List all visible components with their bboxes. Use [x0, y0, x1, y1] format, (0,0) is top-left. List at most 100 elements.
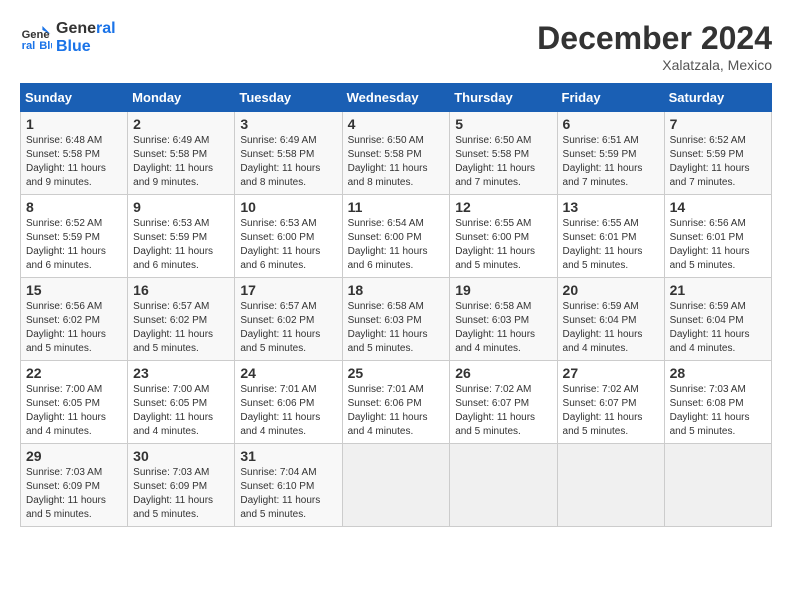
- logo: Gene ral Blue General Blue: [20, 20, 116, 55]
- day-number: 5: [455, 116, 551, 132]
- calendar-week-row: 22Sunrise: 7:00 AMSunset: 6:05 PMDayligh…: [21, 361, 772, 444]
- svg-text:ral: ral: [22, 40, 36, 52]
- day-info: Sunrise: 7:02 AMSunset: 6:07 PMDaylight:…: [455, 383, 551, 439]
- table-row: 22Sunrise: 7:00 AMSunset: 6:05 PMDayligh…: [21, 361, 128, 444]
- day-number: 30: [133, 448, 229, 464]
- table-row: 26 Sunrise: 7:02 AMSunset: 6:07 PMDayligh…: [450, 361, 557, 444]
- table-row: 11 Sunrise: 6:54 AMSunset: 6:00 PMDayligh…: [342, 195, 450, 278]
- table-row: 20 Sunrise: 6:59 AMSunset: 6:04 PMDayligh…: [557, 278, 664, 361]
- table-row: [664, 444, 771, 527]
- table-row: 12Sunrise: 6:55 AMSunset: 6:00 PMDayligh…: [450, 195, 557, 278]
- day-number: 8: [26, 199, 122, 215]
- table-row: 27 Sunrise: 7:02 AMSunset: 6:07 PMDayligh…: [557, 361, 664, 444]
- day-number: 10: [240, 199, 336, 215]
- day-number: 26: [455, 365, 551, 381]
- table-row: 17Sunrise: 6:57 AMSunset: 6:02 PMDayligh…: [235, 278, 342, 361]
- table-row: 15 Sunrise: 6:56 AMSunset: 6:02 PMDayligh…: [21, 278, 128, 361]
- table-row: 18 Sunrise: 6:58 AMSunset: 6:03 PMDayligh…: [342, 278, 450, 361]
- day-number: 23: [133, 365, 229, 381]
- logo-icon: Gene ral Blue: [20, 22, 52, 54]
- calendar-header-row: Sunday Monday Tuesday Wednesday Thursday…: [21, 84, 772, 112]
- day-number: 2: [133, 116, 229, 132]
- day-info: Sunrise: 7:04 AMSunset: 6:10 PMDaylight:…: [240, 466, 336, 522]
- day-number: 31: [240, 448, 336, 464]
- day-info: Sunrise: 6:49 AMSunset: 5:58 PMDaylight:…: [240, 134, 336, 190]
- day-number: 20: [563, 282, 659, 298]
- day-info: Sunrise: 6:58 AMSunset: 6:03 PMDaylight:…: [348, 300, 445, 356]
- col-monday: Monday: [128, 84, 235, 112]
- day-info: Sunrise: 7:03 AMSunset: 6:09 PMDaylight:…: [133, 466, 229, 522]
- day-info: Sunrise: 7:01 AMSunset: 6:06 PMDaylight:…: [240, 383, 336, 439]
- day-number: 28: [670, 365, 766, 381]
- day-info: Sunrise: 7:00 AMSunset: 6:05 PMDaylight:…: [26, 383, 122, 439]
- day-info: Sunrise: 6:55 AMSunset: 6:00 PMDaylight:…: [455, 217, 551, 273]
- col-sunday: Sunday: [21, 84, 128, 112]
- day-info: Sunrise: 7:03 AMSunset: 6:08 PMDaylight:…: [670, 383, 766, 439]
- table-row: 6 Sunrise: 6:51 AMSunset: 5:59 PMDaylight…: [557, 112, 664, 195]
- calendar-table: Sunday Monday Tuesday Wednesday Thursday…: [20, 83, 772, 527]
- day-info: Sunrise: 6:56 AMSunset: 6:01 PMDaylight:…: [670, 217, 766, 273]
- day-info: Sunrise: 6:54 AMSunset: 6:00 PMDaylight:…: [348, 217, 445, 273]
- table-row: 21 Sunrise: 6:59 AMSunset: 6:04 PMDayligh…: [664, 278, 771, 361]
- page-header: Gene ral Blue General Blue December 2024…: [20, 20, 772, 73]
- table-row: 4 Sunrise: 6:50 AMSunset: 5:58 PMDaylight…: [342, 112, 450, 195]
- day-info: Sunrise: 6:57 AMSunset: 6:02 PMDaylight:…: [133, 300, 229, 356]
- day-info: Sunrise: 7:03 AMSunset: 6:09 PMDaylight:…: [26, 466, 122, 522]
- day-number: 16: [133, 282, 229, 298]
- table-row: 9 Sunrise: 6:53 AMSunset: 5:59 PMDaylight…: [128, 195, 235, 278]
- table-row: [557, 444, 664, 527]
- day-info: Sunrise: 6:52 AMSunset: 5:59 PMDaylight:…: [670, 134, 766, 190]
- calendar-week-row: 8 Sunrise: 6:52 AMSunset: 5:59 PMDaylight…: [21, 195, 772, 278]
- table-row: 24 Sunrise: 7:01 AMSunset: 6:06 PMDayligh…: [235, 361, 342, 444]
- table-row: 7 Sunrise: 6:52 AMSunset: 5:59 PMDaylight…: [664, 112, 771, 195]
- table-row: [450, 444, 557, 527]
- table-row: 30 Sunrise: 7:03 AMSunset: 6:09 PMDayligh…: [128, 444, 235, 527]
- table-row: 31 Sunrise: 7:04 AMSunset: 6:10 PMDayligh…: [235, 444, 342, 527]
- day-number: 9: [133, 199, 229, 215]
- day-number: 14: [670, 199, 766, 215]
- day-number: 4: [348, 116, 445, 132]
- col-wednesday: Wednesday: [342, 84, 450, 112]
- logo-line2: Blue: [56, 38, 116, 56]
- day-info: Sunrise: 6:59 AMSunset: 6:04 PMDaylight:…: [563, 300, 659, 356]
- table-row: [342, 444, 450, 527]
- table-row: 13 Sunrise: 6:55 AMSunset: 6:01 PMDayligh…: [557, 195, 664, 278]
- day-number: 6: [563, 116, 659, 132]
- day-info: Sunrise: 6:53 AMSunset: 6:00 PMDaylight:…: [240, 217, 336, 273]
- logo-line1: General: [56, 20, 116, 38]
- table-row: 23 Sunrise: 7:00 AMSunset: 6:05 PMDayligh…: [128, 361, 235, 444]
- calendar-week-row: 29 Sunrise: 7:03 AMSunset: 6:09 PMDayligh…: [21, 444, 772, 527]
- month-title: December 2024: [537, 20, 772, 57]
- day-number: 24: [240, 365, 336, 381]
- table-row: 14 Sunrise: 6:56 AMSunset: 6:01 PMDayligh…: [664, 195, 771, 278]
- day-info: Sunrise: 6:56 AMSunset: 6:02 PMDaylight:…: [26, 300, 122, 356]
- day-number: 25: [348, 365, 445, 381]
- day-number: 11: [348, 199, 445, 215]
- day-number: 21: [670, 282, 766, 298]
- day-info: Sunrise: 6:59 AMSunset: 6:04 PMDaylight:…: [670, 300, 766, 356]
- day-info: Sunrise: 7:00 AMSunset: 6:05 PMDaylight:…: [133, 383, 229, 439]
- day-info: Sunrise: 6:58 AMSunset: 6:03 PMDaylight:…: [455, 300, 551, 356]
- title-area: December 2024 Xalatzala, Mexico: [537, 20, 772, 73]
- day-number: 27: [563, 365, 659, 381]
- day-number: 1: [26, 116, 122, 132]
- day-number: 7: [670, 116, 766, 132]
- calendar-week-row: 1Sunrise: 6:48 AMSunset: 5:58 PMDaylight…: [21, 112, 772, 195]
- table-row: 1Sunrise: 6:48 AMSunset: 5:58 PMDaylight…: [21, 112, 128, 195]
- day-info: Sunrise: 6:50 AMSunset: 5:58 PMDaylight:…: [348, 134, 445, 190]
- day-number: 15: [26, 282, 122, 298]
- table-row: 2 Sunrise: 6:49 AMSunset: 5:58 PMDaylight…: [128, 112, 235, 195]
- day-number: 29: [26, 448, 122, 464]
- col-saturday: Saturday: [664, 84, 771, 112]
- day-number: 13: [563, 199, 659, 215]
- table-row: 5Sunrise: 6:50 AMSunset: 5:58 PMDaylight…: [450, 112, 557, 195]
- day-info: Sunrise: 6:53 AMSunset: 5:59 PMDaylight:…: [133, 217, 229, 273]
- day-info: Sunrise: 6:55 AMSunset: 6:01 PMDaylight:…: [563, 217, 659, 273]
- day-info: Sunrise: 6:49 AMSunset: 5:58 PMDaylight:…: [133, 134, 229, 190]
- day-info: Sunrise: 6:52 AMSunset: 5:59 PMDaylight:…: [26, 217, 122, 273]
- day-info: Sunrise: 7:02 AMSunset: 6:07 PMDaylight:…: [563, 383, 659, 439]
- day-info: Sunrise: 6:51 AMSunset: 5:59 PMDaylight:…: [563, 134, 659, 190]
- col-thursday: Thursday: [450, 84, 557, 112]
- day-info: Sunrise: 6:57 AMSunset: 6:02 PMDaylight:…: [240, 300, 336, 356]
- day-number: 18: [348, 282, 445, 298]
